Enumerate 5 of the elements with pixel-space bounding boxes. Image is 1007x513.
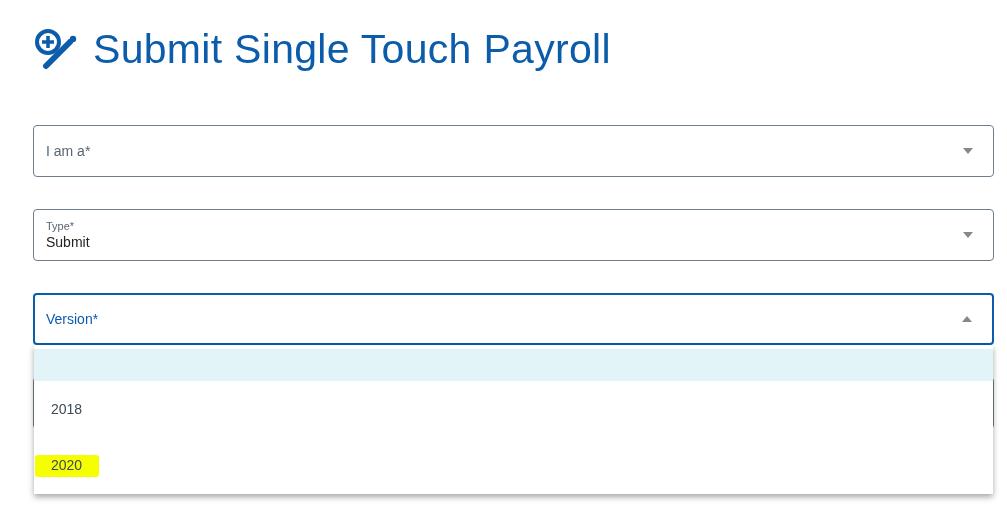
page-title: Submit Single Touch Payroll <box>93 25 611 73</box>
field-label: I am a* <box>46 143 91 159</box>
field-label: Version* <box>46 311 99 327</box>
field-value: Submit <box>46 234 90 250</box>
field-label: Type* <box>46 220 76 232</box>
